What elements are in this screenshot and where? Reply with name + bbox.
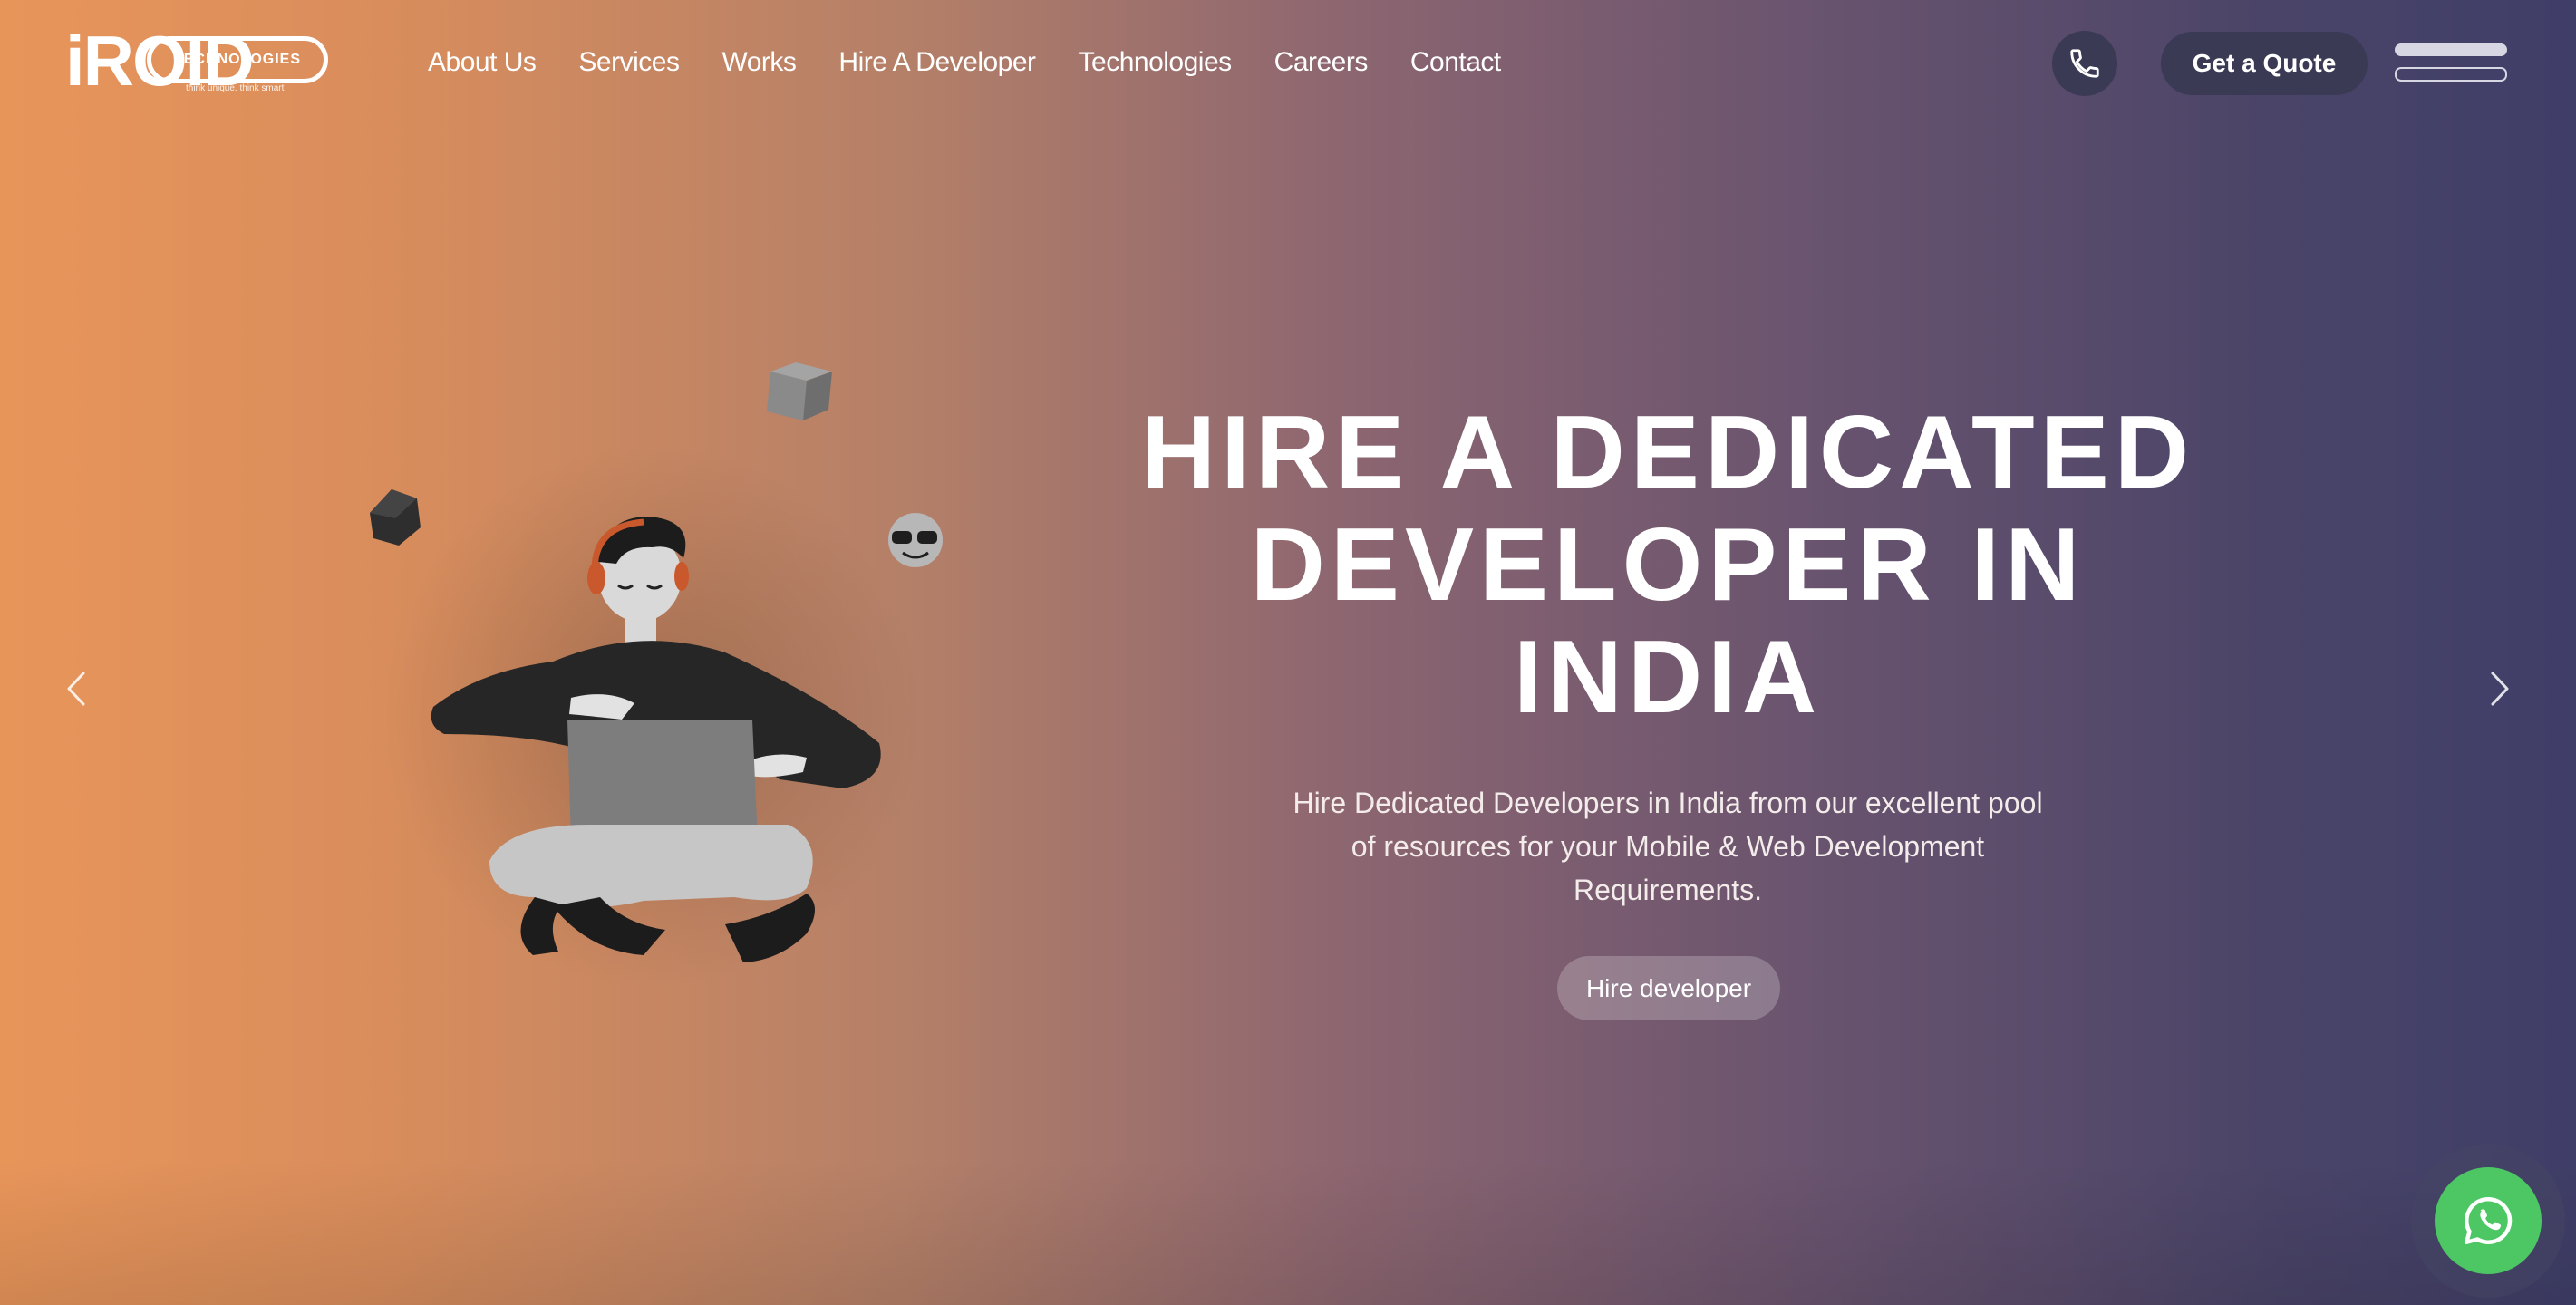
sunglasses-emoji <box>888 513 943 567</box>
main-nav: About Us Services Works Hire A Developer… <box>428 47 1501 78</box>
phone-button[interactable] <box>2052 31 2117 96</box>
nav-works[interactable]: Works <box>721 47 796 78</box>
whatsapp-icon <box>2465 1196 2513 1244</box>
hero-title: HIRE A DEDICATED DEVELOPER IN INDIA <box>1140 395 2195 735</box>
floating-cube-grey <box>767 362 832 420</box>
chevron-left-icon[interactable] <box>58 666 94 711</box>
logo-tagline: think unique. think smart <box>186 83 285 93</box>
hero-description: Hire Dedicated Developers in India from … <box>1293 787 2043 906</box>
phone-icon <box>2070 49 2099 78</box>
developer-illustration <box>370 362 943 988</box>
brand-logo[interactable]: iROID TECHNOLOGIES think unique. think s… <box>65 25 346 100</box>
get-a-quote-button[interactable]: Get a Quote <box>2161 32 2368 95</box>
menu-bar-top <box>2395 44 2507 56</box>
nav-services[interactable]: Services <box>578 47 680 78</box>
nav-about-us[interactable]: About Us <box>428 47 537 78</box>
nav-careers[interactable]: Careers <box>1274 47 1369 78</box>
hamburger-menu-icon[interactable] <box>2395 44 2507 83</box>
chevron-right-icon[interactable] <box>2482 666 2518 711</box>
hire-developer-button[interactable]: Hire developer <box>1557 956 1780 1020</box>
whatsapp-button[interactable] <box>2435 1167 2542 1274</box>
nav-contact[interactable]: Contact <box>1410 47 1501 78</box>
nav-technologies[interactable]: Technologies <box>1079 47 1233 78</box>
floating-cube-dark <box>370 489 421 546</box>
menu-bar-bottom <box>2395 67 2507 82</box>
site-header: iROID TECHNOLOGIES think unique. think s… <box>0 0 2576 127</box>
nav-hire-a-developer[interactable]: Hire A Developer <box>838 47 1036 78</box>
bottom-shade <box>0 1160 2576 1305</box>
logo-badge: TECHNOLOGIES <box>147 36 328 83</box>
